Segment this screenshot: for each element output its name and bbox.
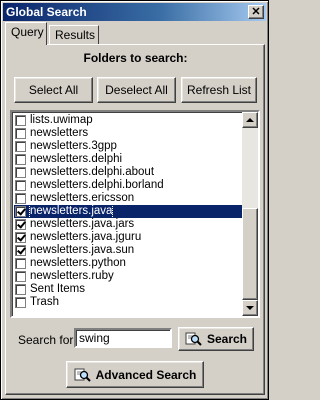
title-bar[interactable]: Global Search ✕: [3, 3, 266, 21]
search-input[interactable]: [74, 328, 172, 348]
folder-label: newsletters.java.jguru: [30, 231, 142, 243]
deselect-all-button[interactable]: Deselect All: [97, 77, 176, 103]
search-button-label: Search: [206, 332, 248, 346]
folder-checkbox[interactable]: [15, 232, 26, 243]
folder-list-item[interactable]: newsletters.3gpp: [14, 140, 244, 153]
tab-query[interactable]: Query: [5, 22, 47, 45]
folder-checkbox[interactable]: [15, 271, 26, 282]
folder-list-item[interactable]: newsletters.delphi.borland: [14, 179, 244, 192]
folder-label: newsletters.python: [30, 257, 126, 269]
folder-label: newsletters.java: [28, 204, 114, 219]
folder-checkbox[interactable]: [15, 128, 26, 139]
folder-list-item[interactable]: newsletters.python: [14, 257, 244, 270]
folder-label: newsletters.java.sun: [30, 244, 135, 256]
scroll-down-button[interactable]: [242, 300, 258, 316]
folder-label: newsletters: [30, 127, 89, 139]
advanced-search-button[interactable]: Advanced Search: [66, 361, 204, 388]
folders-heading: Folders to search:: [83, 51, 188, 65]
folder-checkbox[interactable]: [15, 219, 26, 230]
advanced-search-icon: [74, 368, 91, 382]
close-icon: ✕: [251, 5, 261, 18]
folder-checkbox[interactable]: [15, 245, 26, 256]
scroll-up-button[interactable]: [242, 112, 258, 128]
folder-label: newsletters.delphi.about: [30, 166, 155, 178]
folder-label: newsletters.delphi.borland: [30, 179, 164, 191]
folder-list[interactable]: lists.uwimap newsletters newsletters.3gpp n…: [10, 110, 260, 318]
folder-label: newsletters.ericsson: [30, 192, 135, 204]
folder-checkbox[interactable]: [15, 206, 26, 217]
folder-list-item[interactable]: newsletters: [14, 127, 244, 140]
folder-list-item[interactable]: lists.uwimap: [14, 114, 244, 127]
advanced-search-label: Advanced Search: [95, 367, 197, 382]
folder-checkbox[interactable]: [15, 141, 26, 152]
folder-checkbox[interactable]: [15, 167, 26, 178]
arrow-up-icon: [246, 118, 254, 122]
search-for-label: Search for: [18, 333, 74, 347]
folder-list-items: lists.uwimap newsletters newsletters.3gpp n…: [14, 114, 244, 309]
arrow-down-icon: [246, 306, 254, 310]
folder-list-item[interactable]: newsletters.delphi.about: [14, 166, 244, 179]
tab-results[interactable]: Results: [49, 25, 99, 45]
folder-checkbox[interactable]: [15, 154, 26, 165]
folder-list-item[interactable]: newsletters.java.sun: [14, 244, 244, 257]
refresh-list-button[interactable]: Refresh List: [181, 77, 257, 103]
search-icon: [185, 332, 202, 346]
folder-checkbox[interactable]: [15, 193, 26, 204]
folder-checkbox[interactable]: [15, 180, 26, 191]
folder-list-item[interactable]: newsletters.ruby: [14, 270, 244, 283]
folder-label: newsletters.3gpp: [30, 140, 117, 152]
folder-list-item[interactable]: newsletters.java: [14, 204, 244, 219]
folder-label: newsletters.ruby: [30, 270, 114, 282]
folder-label: lists.uwimap: [30, 114, 93, 126]
close-button[interactable]: ✕: [248, 5, 264, 19]
folder-list-item[interactable]: Sent Items: [14, 283, 244, 296]
folder-list-item[interactable]: newsletters.ericsson: [14, 192, 244, 205]
folder-checkbox[interactable]: [15, 115, 26, 126]
global-search-window: Global Search ✕ Query Results Folders to…: [0, 0, 269, 400]
folder-list-item[interactable]: newsletters.java.jguru: [14, 231, 244, 244]
folder-label: newsletters.java.jars: [30, 218, 135, 230]
select-all-button[interactable]: Select All: [14, 77, 93, 103]
window-title: Global Search: [6, 5, 87, 19]
folder-checkbox[interactable]: [15, 258, 26, 269]
folder-checkbox[interactable]: [15, 297, 26, 308]
search-button[interactable]: Search: [178, 327, 254, 351]
folder-list-item[interactable]: newsletters.delphi: [14, 153, 244, 166]
folder-checkbox[interactable]: [15, 284, 26, 295]
scroll-thumb[interactable]: [242, 208, 258, 300]
folder-list-item[interactable]: newsletters.java.jars: [14, 218, 244, 231]
folder-label: Sent Items: [30, 283, 85, 295]
folder-list-item[interactable]: Trash: [14, 296, 244, 309]
folder-label: newsletters.delphi: [30, 153, 123, 165]
folder-label: Trash: [30, 296, 59, 308]
vertical-scrollbar[interactable]: [242, 112, 258, 316]
